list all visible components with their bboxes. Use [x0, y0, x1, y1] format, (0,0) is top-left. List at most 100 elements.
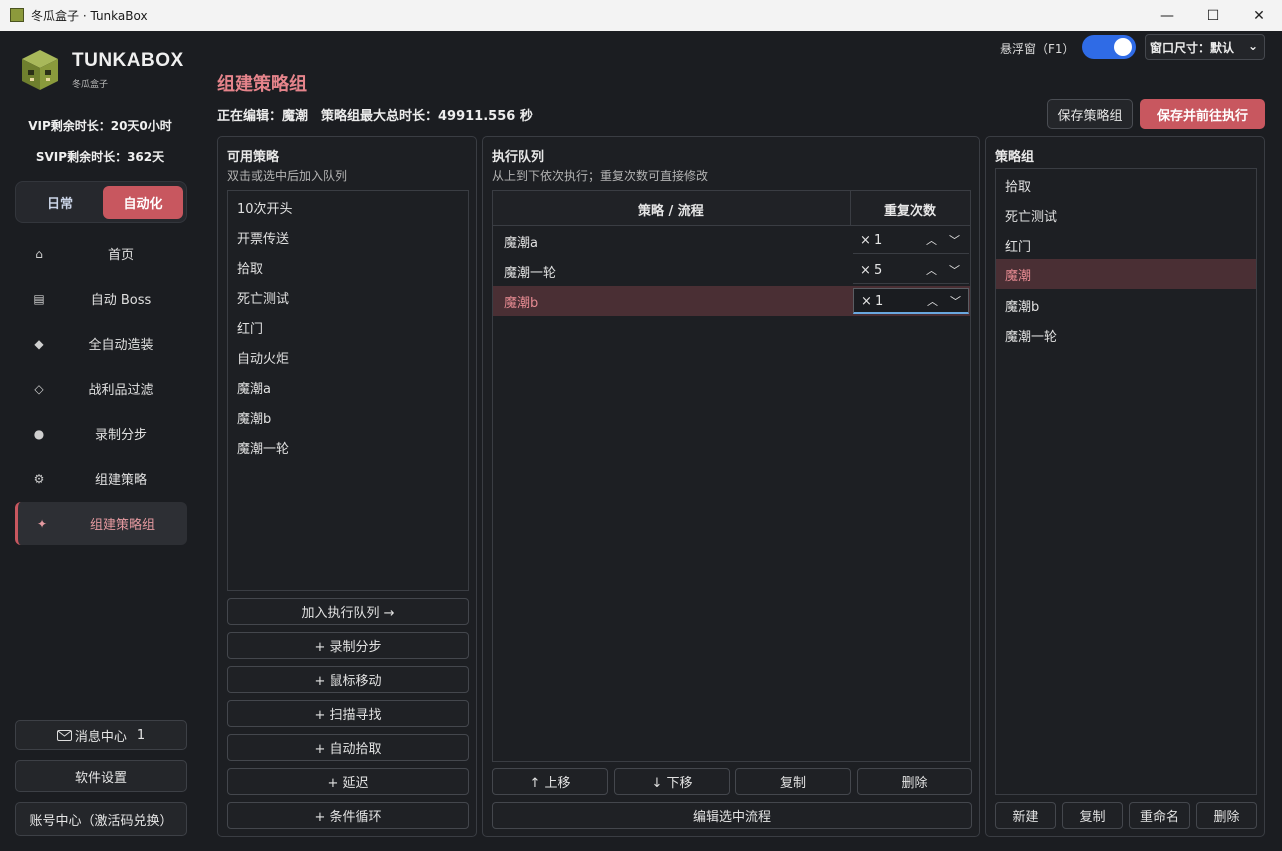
panel-subtitle: 双击或选中后加入队列: [227, 169, 348, 183]
nav-loot-filter[interactable]: ◇ 战利品过滤: [15, 367, 187, 410]
panel-subtitle: 从上到下依次执行；重复次数可直接修改: [492, 169, 709, 183]
toggle-knob: [1114, 38, 1132, 56]
execution-queue-panel: 执行队列 从上到下依次执行；重复次数可直接修改 策略 / 流程 重复次数 魔潮a…: [482, 136, 980, 837]
brand-subtitle: 冬瓜盒子: [72, 80, 109, 90]
add-record-steps-button[interactable]: + 录制分步: [227, 632, 469, 659]
list-item[interactable]: 魔潮b: [237, 408, 271, 427]
list-item[interactable]: 魔潮a: [237, 378, 271, 397]
page-title: 组建策略组: [217, 74, 307, 95]
list-item[interactable]: 拾取: [237, 258, 263, 277]
list-item-selected[interactable]: 魔潮: [996, 259, 1256, 289]
nav-auto-boss[interactable]: ▤ 自动 Boss: [15, 277, 187, 320]
svip-remaining: SVIP剩余时长：362天: [35, 150, 165, 164]
add-auto-pickup-button[interactable]: + 自动拾取: [227, 734, 469, 761]
nav-build-strategy-group[interactable]: ✦ 组建策略组: [15, 502, 187, 545]
delete-group-button[interactable]: 删除: [1196, 802, 1257, 829]
window-size-select[interactable]: 窗口尺寸：默认 ⌄: [1145, 34, 1265, 60]
list-item[interactable]: 死亡测试: [237, 288, 289, 307]
table-row[interactable]: 魔潮一轮 × 5 ︿ ﹀: [493, 256, 970, 286]
panel-title: 执行队列: [492, 150, 545, 165]
list-item[interactable]: 魔潮一轮: [237, 438, 289, 457]
repeat-value: 5: [874, 263, 883, 278]
table-row-selected[interactable]: 魔潮b × 1 ︿ ﹀: [493, 286, 970, 316]
repeat-stepper[interactable]: × 1 ︿ ﹀: [853, 288, 969, 314]
record-icon: ●: [33, 426, 45, 441]
mode-switch: 日常 自动化: [15, 181, 187, 223]
diamond-outline-icon: ◇: [34, 381, 44, 396]
nav-label: 全自动造装: [88, 338, 154, 353]
add-scan-find-button[interactable]: + 扫描寻找: [227, 700, 469, 727]
home-icon: ⌂: [35, 246, 43, 261]
nav-label: 首页: [107, 248, 134, 263]
message-count: 1: [136, 727, 146, 743]
nav-home[interactable]: ⌂ 首页: [15, 232, 187, 275]
chevron-up-icon[interactable]: ︿: [926, 262, 937, 278]
app-icon: [10, 8, 24, 22]
available-list[interactable]: 10次开头 开票传送 拾取 死亡测试 红门 自动火炬 魔潮a 魔潮b 魔潮一轮: [227, 190, 469, 591]
settings-button[interactable]: 软件设置: [15, 760, 187, 792]
list-item[interactable]: 红门: [1005, 236, 1031, 255]
float-window-label: 悬浮窗（F1）: [1000, 42, 1075, 56]
rename-group-button[interactable]: 重命名: [1129, 802, 1190, 829]
window-title: 冬瓜盒子 · TunkaBox: [31, 9, 148, 23]
table-row[interactable]: 魔潮a × 1 ︿ ﹀: [493, 226, 970, 256]
edit-selected-flow-button[interactable]: 编辑选中流程: [492, 802, 972, 829]
nav-auto-craft[interactable]: ◆ 全自动造装: [15, 322, 187, 365]
vip-remaining: VIP剩余时长：20天0小时: [28, 119, 172, 133]
save-and-run-button[interactable]: 保存并前往执行: [1140, 99, 1265, 129]
nav-label: 自动 Boss: [90, 293, 152, 308]
times-icon: ×: [861, 294, 872, 309]
add-mouse-move-button[interactable]: + 鼠标移动: [227, 666, 469, 693]
list-item[interactable]: 死亡测试: [1005, 206, 1057, 225]
chevron-up-icon[interactable]: ︿: [927, 293, 938, 309]
add-to-queue-button[interactable]: 加入执行队列 →: [227, 598, 469, 625]
list-item[interactable]: 10次开头: [237, 198, 293, 217]
message-center-button[interactable]: 消息中心 1: [15, 720, 187, 750]
chevron-down-icon[interactable]: ﹀: [949, 232, 960, 248]
chevron-down-icon[interactable]: ﹀: [950, 293, 961, 309]
nav-label: 组建策略: [94, 473, 147, 488]
nav-build-strategy[interactable]: ⚙ 组建策略: [15, 457, 187, 500]
list-item[interactable]: 拾取: [1005, 176, 1031, 195]
chevron-down-icon[interactable]: ﹀: [949, 262, 960, 278]
nav-label: 组建策略组: [89, 518, 155, 533]
close-button[interactable]: ✕: [1236, 0, 1282, 31]
queue-item-name: 魔潮一轮: [504, 266, 557, 281]
mode-daily-tab[interactable]: 日常: [20, 186, 100, 219]
chevron-up-icon[interactable]: ︿: [926, 232, 937, 248]
message-center-label: 消息中心: [74, 729, 127, 745]
repeat-stepper[interactable]: × 5 ︿ ﹀: [853, 258, 969, 284]
strategy-groups-panel: 策略组 拾取 死亡测试 红门 魔潮 魔潮b 魔潮一轮 新建 复制 重命名 删除: [985, 136, 1265, 837]
move-up-button[interactable]: ↑ 上移: [492, 768, 608, 795]
maximize-button[interactable]: ☐: [1190, 0, 1236, 31]
gear-icon: ⚙: [33, 471, 45, 486]
minimize-button[interactable]: —: [1144, 0, 1190, 31]
nav-record-steps[interactable]: ● 录制分步: [15, 412, 187, 455]
mode-auto-tab[interactable]: 自动化: [103, 186, 183, 219]
editing-info: 正在编辑：魔潮 策略组最大总时长：49911.556 秒: [217, 109, 533, 124]
new-group-button[interactable]: 新建: [995, 802, 1056, 829]
delete-queue-item-button[interactable]: 删除: [857, 768, 972, 795]
list-item[interactable]: 魔潮b: [1005, 296, 1039, 315]
sidebar: TUNKABOX 冬瓜盒子 VIP剩余时长：20天0小时 SVIP剩余时长：36…: [0, 31, 200, 851]
list-item[interactable]: 自动火炬: [237, 348, 289, 367]
add-delay-button[interactable]: + 延迟: [227, 768, 469, 795]
repeat-stepper[interactable]: × 1 ︿ ﹀: [853, 228, 969, 254]
brand-name: TUNKABOX: [72, 50, 184, 71]
move-down-button[interactable]: ↓ 下移: [614, 768, 730, 795]
list-item[interactable]: 红门: [237, 318, 263, 337]
account-center-button[interactable]: 账号中心（激活码兑换）: [15, 802, 187, 836]
save-group-button[interactable]: 保存策略组: [1047, 99, 1133, 129]
add-condition-loop-button[interactable]: + 条件循环: [227, 802, 469, 829]
list-icon: ▤: [33, 291, 45, 306]
float-window-toggle[interactable]: [1082, 35, 1136, 59]
groups-list[interactable]: 拾取 死亡测试 红门 魔潮 魔潮b 魔潮一轮: [995, 168, 1257, 795]
title-bar: 冬瓜盒子 · TunkaBox — ☐ ✕: [0, 0, 1282, 31]
copy-queue-item-button[interactable]: 复制: [735, 768, 851, 795]
list-item[interactable]: 魔潮一轮: [1005, 326, 1057, 345]
available-strategies-panel: 可用策略 双击或选中后加入队列 10次开头 开票传送 拾取 死亡测试 红门 自动…: [217, 136, 477, 837]
queue-table-header: 策略 / 流程 重复次数: [493, 191, 970, 226]
nav-label: 战利品过滤: [88, 383, 154, 398]
list-item[interactable]: 开票传送: [237, 228, 289, 247]
copy-group-button[interactable]: 复制: [1062, 802, 1123, 829]
